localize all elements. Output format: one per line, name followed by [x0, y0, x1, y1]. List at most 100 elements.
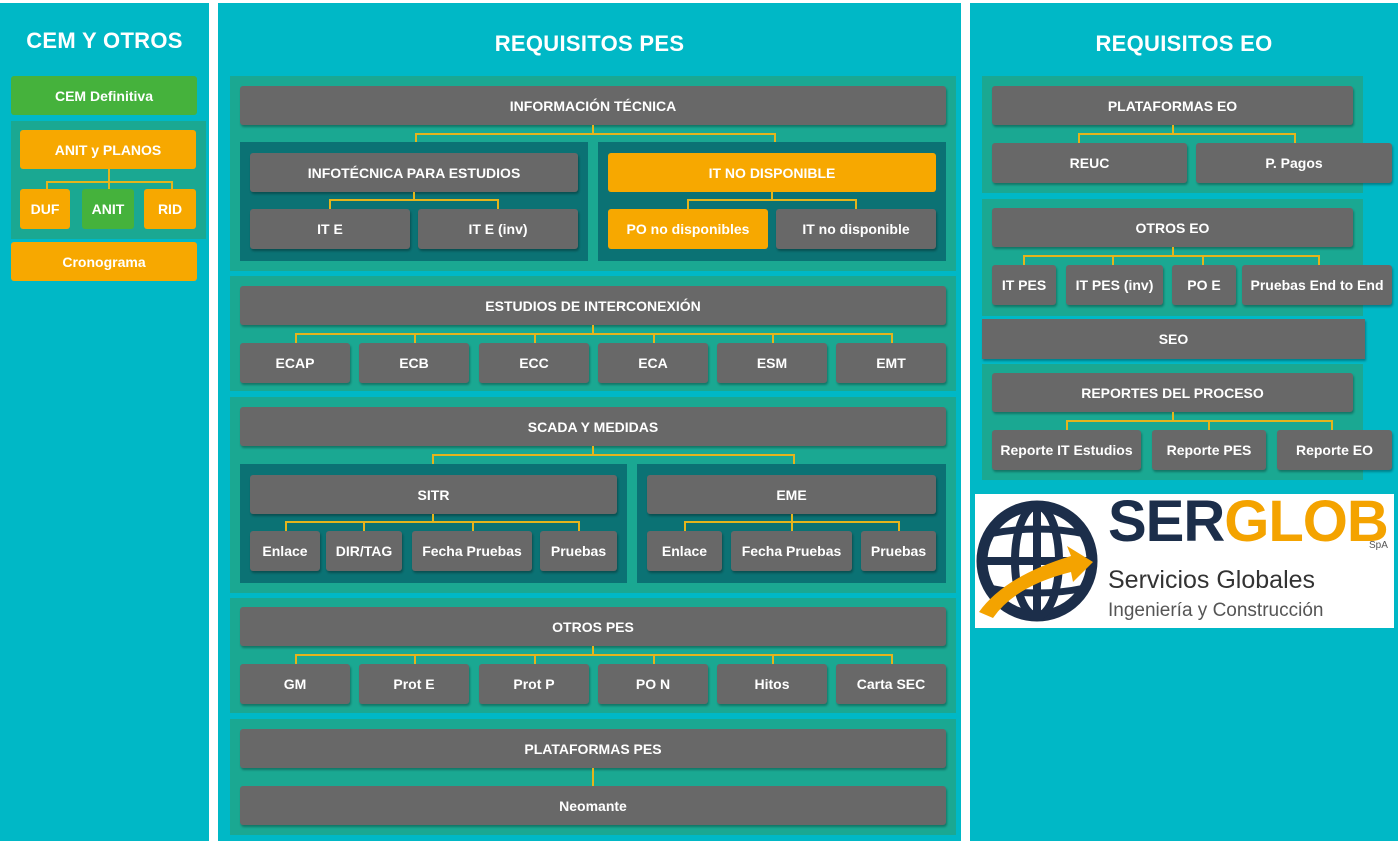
- otros-pes-box[interactable]: PO N: [598, 664, 708, 704]
- reuc-box[interactable]: REUC: [992, 143, 1187, 183]
- sitr-pruebas-box[interactable]: Pruebas: [540, 531, 617, 571]
- reporte-eo-box[interactable]: Reporte EO: [1277, 430, 1392, 470]
- infotecnica-estudios-box[interactable]: INFOTÉCNICA PARA ESTUDIOS: [250, 153, 578, 192]
- connector: [295, 333, 297, 343]
- p-pagos-box[interactable]: P. Pagos: [1196, 143, 1392, 183]
- connector: [295, 333, 893, 335]
- connector: [1112, 255, 1114, 265]
- reporte-pes-box[interactable]: Reporte PES: [1152, 430, 1266, 470]
- connector: [329, 199, 331, 209]
- estudio-box[interactable]: EMT: [836, 343, 946, 383]
- pruebas-end-to-end-box[interactable]: Pruebas End to End: [1242, 265, 1392, 305]
- sitr-dir-tag-box[interactable]: DIR/TAG: [326, 531, 402, 571]
- connector: [285, 521, 287, 531]
- connector: [432, 454, 434, 464]
- it-no-disponible-box[interactable]: IT NO DISPONIBLE: [608, 153, 936, 192]
- connector: [1066, 420, 1333, 422]
- eme-enlace-box[interactable]: Enlace: [647, 531, 722, 571]
- connector: [891, 654, 893, 664]
- po-e-box[interactable]: PO E: [1172, 265, 1236, 305]
- it-pes-box[interactable]: IT PES: [992, 265, 1056, 305]
- estudio-box[interactable]: ESM: [717, 343, 827, 383]
- connector: [285, 521, 580, 523]
- connector: [653, 333, 655, 343]
- logo-line2: Ingeniería y Construcción: [1108, 600, 1324, 621]
- connector: [171, 181, 173, 189]
- eme-box[interactable]: EME: [647, 475, 936, 514]
- it-no-disponible-item-box[interactable]: IT no disponible: [776, 209, 936, 249]
- anit-box[interactable]: ANIT: [82, 189, 134, 229]
- duf-box[interactable]: DUF: [20, 189, 70, 229]
- eme-fecha-pruebas-box[interactable]: Fecha Pruebas: [731, 531, 852, 571]
- connector: [1023, 255, 1320, 257]
- estudios-section: ESTUDIOS DE INTERCONEXIÓN ECAP ECB ECC E…: [230, 276, 956, 391]
- plataformas-pes-header[interactable]: PLATAFORMAS PES: [240, 729, 946, 768]
- estudio-box[interactable]: ECAP: [240, 343, 350, 383]
- connector: [108, 181, 110, 189]
- otros-pes-box[interactable]: Prot E: [359, 664, 469, 704]
- connector: [772, 654, 774, 664]
- estudio-box[interactable]: ECA: [598, 343, 708, 383]
- cronograma-box[interactable]: Cronograma: [11, 242, 197, 281]
- eme-pruebas-box[interactable]: Pruebas: [861, 531, 936, 571]
- connector: [1078, 133, 1296, 135]
- connector: [534, 654, 536, 664]
- plataformas-eo-header[interactable]: PLATAFORMAS EO: [992, 86, 1353, 125]
- connector: [855, 199, 857, 209]
- estudio-box[interactable]: ECC: [479, 343, 589, 383]
- seo-box[interactable]: SEO: [982, 319, 1365, 359]
- connector: [46, 181, 48, 189]
- sitr-subsection: SITR Enlace DIR/TAG Fecha Pruebas Prueba…: [240, 464, 627, 583]
- connector: [295, 654, 297, 664]
- connector: [497, 199, 499, 209]
- otros-pes-header[interactable]: OTROS PES: [240, 607, 946, 646]
- logo-suffix: SpA: [1369, 540, 1388, 551]
- scada-section: SCADA Y MEDIDAS SITR Enlace DIR/TAG Fech…: [230, 397, 956, 593]
- po-no-disponibles-box[interactable]: PO no disponibles: [608, 209, 768, 249]
- neomante-box[interactable]: Neomante: [240, 786, 946, 825]
- reportes-header[interactable]: REPORTES DEL PROCESO: [992, 373, 1353, 412]
- connector: [898, 521, 900, 531]
- eo-title: REQUISITOS EO: [1095, 31, 1273, 56]
- pes-column: REQUISITOS PES INFORMACIÓN TÉCNICA INFOT…: [218, 3, 961, 841]
- ite-box[interactable]: IT E: [250, 209, 410, 249]
- otros-pes-box[interactable]: Hitos: [717, 664, 827, 704]
- connector: [684, 521, 686, 531]
- otros-pes-box[interactable]: Prot P: [479, 664, 589, 704]
- connector: [415, 133, 776, 135]
- anit-planos-box[interactable]: ANIT y PLANOS: [20, 130, 196, 169]
- serglob-logo: SERGLOB SpA Servicios Globales Ingenierí…: [975, 489, 1394, 628]
- plataformas-pes-section: PLATAFORMAS PES Neomante: [230, 719, 956, 835]
- connector: [415, 133, 417, 142]
- infotecnica-estudios-subsection: INFOTÉCNICA PARA ESTUDIOS IT E IT E (inv…: [240, 142, 588, 261]
- connector: [891, 333, 893, 343]
- sitr-box[interactable]: SITR: [250, 475, 617, 514]
- connector: [295, 654, 893, 656]
- estudios-header[interactable]: ESTUDIOS DE INTERCONEXIÓN: [240, 286, 946, 325]
- info-tecnica-header[interactable]: INFORMACIÓN TÉCNICA: [240, 86, 946, 125]
- otros-eo-section: OTROS EO IT PES IT PES (inv) PO E Prueba…: [982, 199, 1392, 316]
- otros-pes-box[interactable]: GM: [240, 664, 350, 704]
- connector: [414, 654, 416, 664]
- sitr-fecha-pruebas-box[interactable]: Fecha Pruebas: [412, 531, 532, 571]
- estudio-box[interactable]: ECB: [359, 343, 469, 383]
- connector: [592, 768, 594, 786]
- connector: [1066, 420, 1068, 430]
- connector: [329, 199, 499, 201]
- reporte-it-estudios-box[interactable]: Reporte IT Estudios: [992, 430, 1141, 470]
- otros-eo-header[interactable]: OTROS EO: [992, 208, 1353, 247]
- logo-line1: Servicios Globales: [1108, 566, 1316, 594]
- connector: [772, 333, 774, 343]
- otros-pes-box[interactable]: Carta SEC: [836, 664, 946, 704]
- scada-header[interactable]: SCADA Y MEDIDAS: [240, 407, 946, 446]
- connector: [414, 333, 416, 343]
- ite-inv-box[interactable]: IT E (inv): [418, 209, 578, 249]
- cem-definitiva-box[interactable]: CEM Definitiva: [11, 76, 197, 115]
- sitr-enlace-box[interactable]: Enlace: [250, 531, 320, 571]
- connector: [432, 454, 795, 456]
- connector: [687, 199, 857, 201]
- connector: [1331, 420, 1333, 430]
- it-pes-inv-box[interactable]: IT PES (inv): [1066, 265, 1163, 305]
- globe-arrow-icon: [976, 500, 1098, 622]
- rid-box[interactable]: RID: [144, 189, 196, 229]
